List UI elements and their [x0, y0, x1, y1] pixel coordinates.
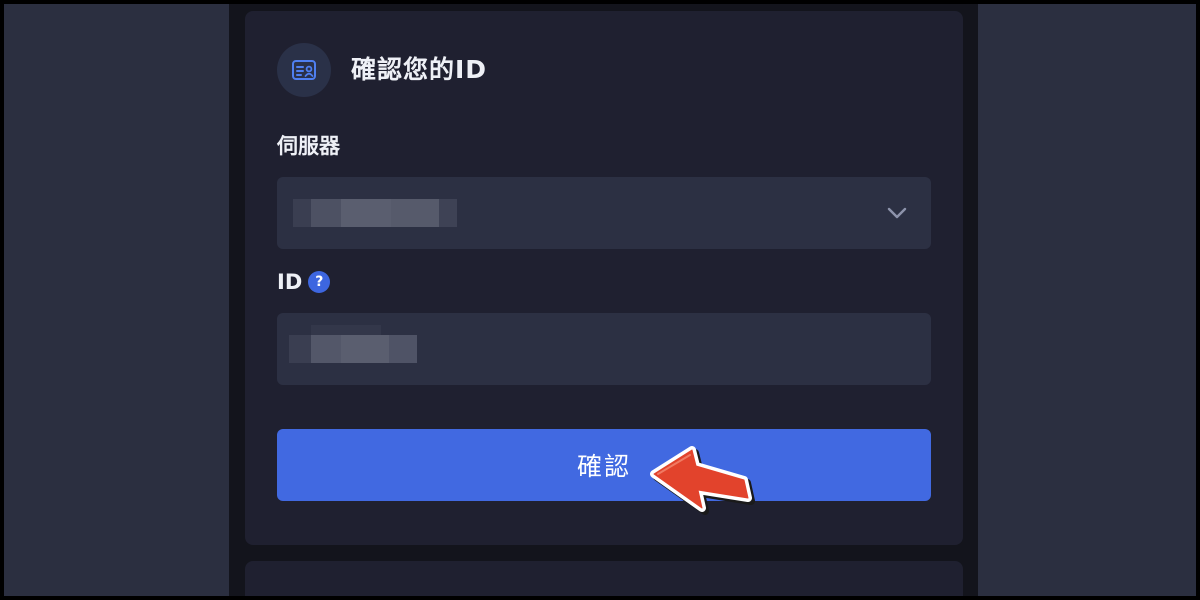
- chevron-down-icon[interactable]: [885, 201, 909, 225]
- id-label: ID ?: [277, 269, 331, 295]
- redacted-server-value: [293, 199, 457, 227]
- id-input[interactable]: [277, 313, 931, 385]
- next-card: [245, 561, 963, 596]
- screenshot-frame: 確認您的ID 伺服器 ID ? 確認: [4, 4, 1196, 596]
- id-label-text: ID: [277, 270, 303, 294]
- id-card-icon: [277, 43, 331, 97]
- server-select[interactable]: [277, 177, 931, 249]
- confirm-button[interactable]: 確認: [277, 429, 931, 501]
- redacted-id-value: [289, 325, 417, 363]
- server-label: 伺服器: [277, 133, 340, 159]
- card-title: 確認您的ID: [351, 55, 488, 84]
- server-label-text: 伺服器: [277, 134, 340, 158]
- help-icon[interactable]: ?: [308, 271, 331, 293]
- verify-id-card: 確認您的ID 伺服器 ID ? 確認: [245, 11, 963, 545]
